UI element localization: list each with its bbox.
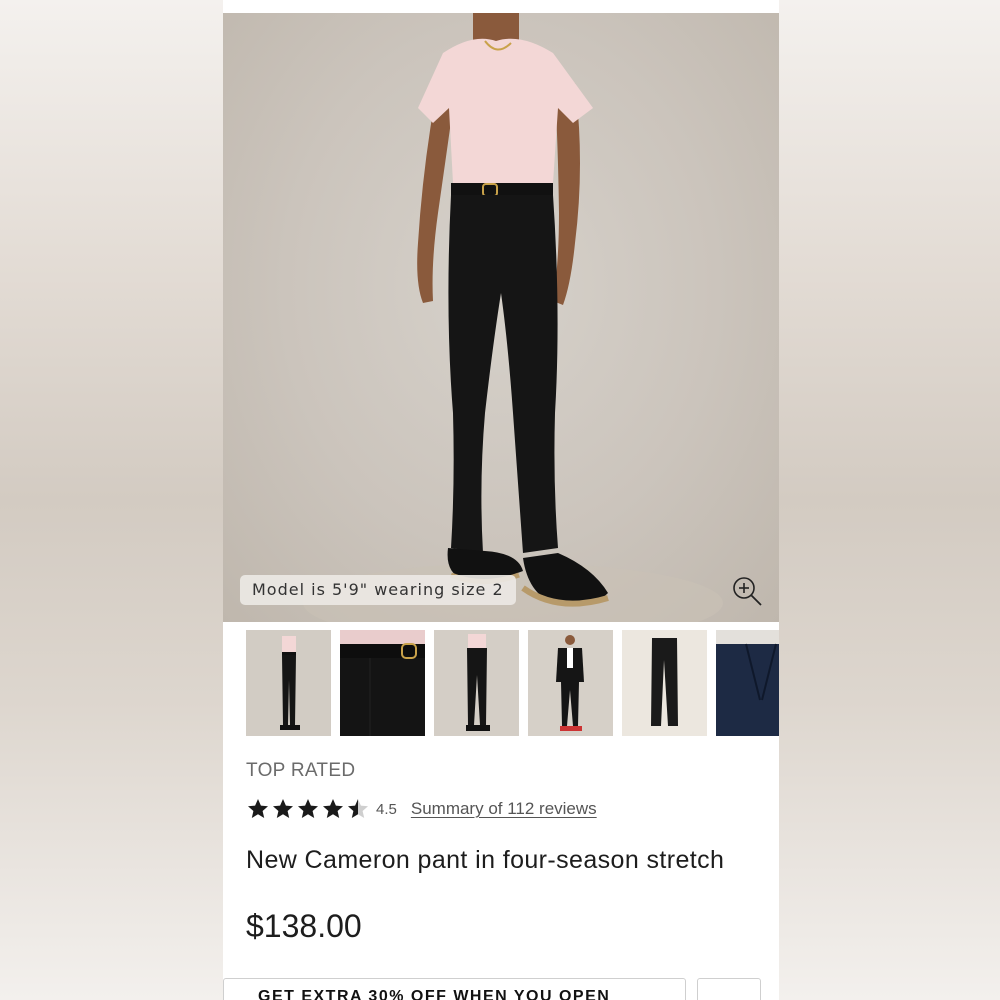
reviews-summary-link[interactable]: Summary of 112 reviews bbox=[411, 799, 597, 819]
product-title: New Cameron pant in four-season stretch bbox=[246, 846, 725, 874]
zoom-in-icon[interactable] bbox=[731, 575, 763, 607]
model-illustration bbox=[303, 13, 723, 622]
thumbnail-strip bbox=[246, 630, 779, 736]
card-offer-button[interactable]: GET EXTRA 30% OFF WHEN YOU OPEN bbox=[223, 978, 686, 1000]
background-right bbox=[778, 0, 1000, 1000]
star-icon bbox=[298, 799, 318, 818]
star-rating bbox=[246, 797, 370, 821]
top-rated-badge: TOP RATED bbox=[246, 760, 356, 781]
product-main-image[interactable]: Model is 5'9" wearing size 2 bbox=[223, 13, 779, 622]
thumbnail-navy-color[interactable] bbox=[716, 630, 779, 736]
rating-row: 4.5 Summary of 112 reviews bbox=[246, 795, 597, 823]
star-icon bbox=[273, 799, 293, 818]
background-left bbox=[0, 0, 223, 1000]
model-size-caption: Model is 5'9" wearing size 2 bbox=[240, 575, 516, 605]
thumbnail-front-view[interactable] bbox=[246, 630, 331, 736]
thumbnail-belt-detail[interactable] bbox=[340, 630, 425, 736]
thumbnail-back-view[interactable] bbox=[434, 630, 519, 736]
secondary-action-button[interactable] bbox=[697, 978, 761, 1000]
product-price: $138.00 bbox=[246, 908, 362, 944]
star-half-icon bbox=[348, 799, 368, 818]
product-page: Model is 5'9" wearing size 2 TOP RATED 4… bbox=[223, 0, 779, 1000]
thumbnail-blazer-look[interactable] bbox=[528, 630, 613, 736]
rating-value: 4.5 bbox=[376, 800, 397, 818]
star-icon bbox=[248, 799, 268, 818]
star-icon bbox=[323, 799, 343, 818]
thumbnail-flat-lay[interactable] bbox=[622, 630, 707, 736]
